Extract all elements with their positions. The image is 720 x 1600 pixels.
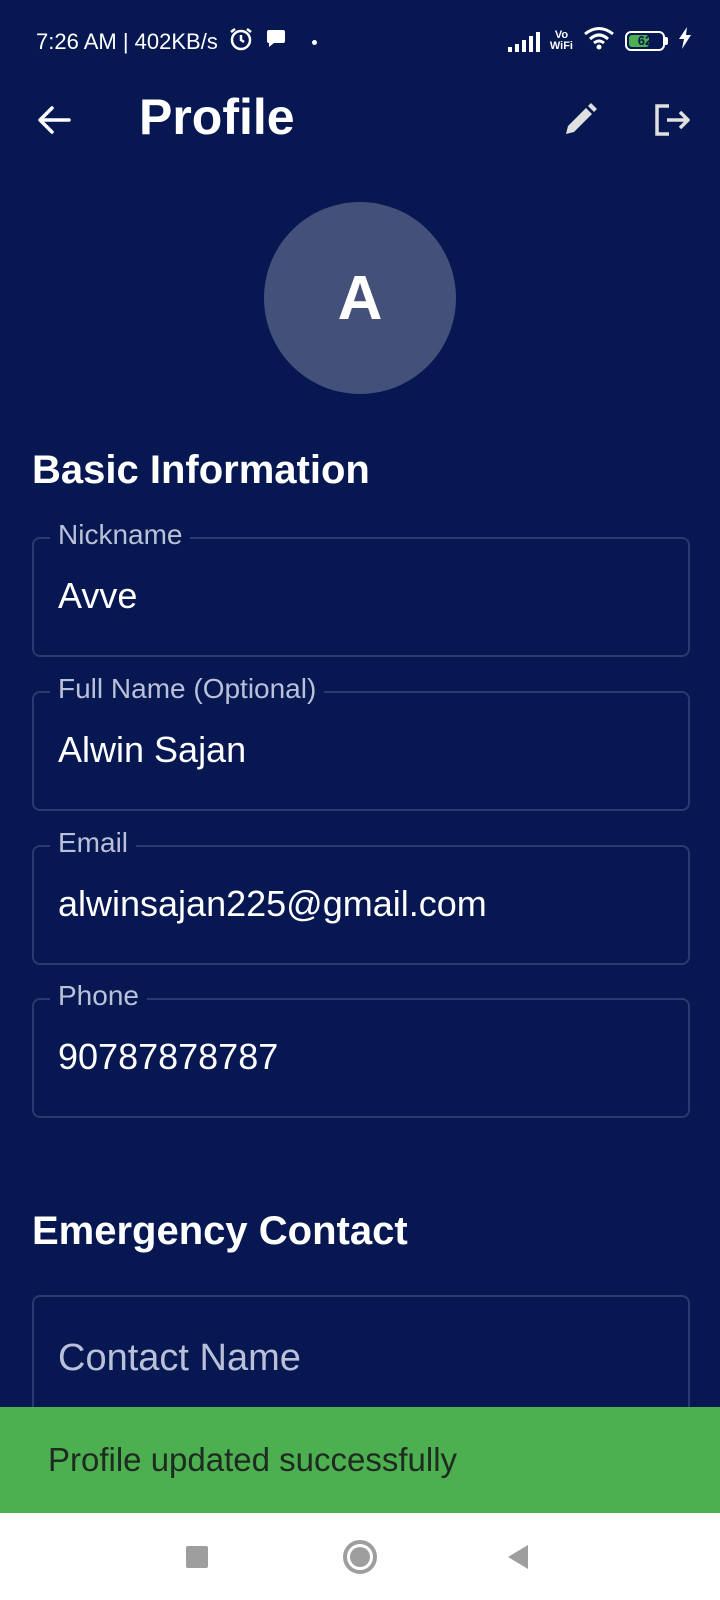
phone-value[interactable]: 90787878787 bbox=[58, 1036, 278, 1078]
system-nav-bar bbox=[0, 1513, 720, 1600]
home-icon-inner bbox=[350, 1547, 370, 1567]
full-name-value[interactable]: Alwin Sajan bbox=[58, 729, 246, 771]
status-time-speed: 7:26 AM | 402KB/s bbox=[36, 29, 218, 54]
emergency-contact-title: Emergency Contact bbox=[32, 1209, 408, 1253]
arrow-left-icon bbox=[38, 106, 71, 134]
battery-icon: 62 bbox=[625, 30, 665, 51]
recents-icon[interactable] bbox=[186, 1546, 208, 1568]
status-left: 7:26 AM | 402KB/s bbox=[36, 26, 317, 58]
back-button[interactable] bbox=[30, 96, 78, 144]
vowifi-top: Vo bbox=[554, 28, 569, 41]
avatar[interactable]: A bbox=[264, 202, 456, 394]
alarm-icon bbox=[228, 26, 254, 58]
pencil-icon bbox=[566, 103, 597, 134]
vowifi-bottom: WiFi bbox=[549, 39, 573, 52]
vowifi-indicator: Vo WiFi bbox=[549, 28, 573, 52]
logout-icon bbox=[655, 104, 690, 136]
email-label: Email bbox=[50, 827, 137, 859]
nickname-field[interactable]: Nickname Avve bbox=[32, 519, 690, 657]
battery-level: 62 bbox=[637, 33, 653, 48]
phone-label: Phone bbox=[50, 980, 147, 1012]
nav-back-icon[interactable] bbox=[508, 1545, 528, 1569]
nickname-value[interactable]: Avve bbox=[58, 575, 137, 617]
full-name-label: Full Name (Optional) bbox=[50, 673, 325, 705]
snackbar-message: Profile updated successfully bbox=[48, 1441, 458, 1478]
app-bar: Profile bbox=[0, 84, 720, 154]
phone-field[interactable]: Phone 90787878787 bbox=[32, 980, 690, 1118]
logout-button[interactable] bbox=[648, 96, 696, 144]
battery-wrap: 62 bbox=[625, 30, 668, 51]
status-right: Vo WiFi 62 bbox=[507, 26, 692, 55]
notification-dot-icon bbox=[311, 39, 317, 45]
snackbar: Profile updated successfully bbox=[0, 1407, 720, 1513]
full-name-field[interactable]: Full Name (Optional) Alwin Sajan bbox=[32, 673, 690, 811]
signal-icon bbox=[507, 30, 540, 52]
avatar-initial: A bbox=[337, 263, 383, 333]
contact-name-placeholder[interactable]: Contact Name bbox=[58, 1337, 301, 1380]
email-value[interactable]: alwinsajan225@gmail.com bbox=[58, 883, 487, 925]
wifi-icon bbox=[583, 26, 615, 55]
chat-icon bbox=[264, 27, 288, 57]
battery-tip bbox=[665, 36, 668, 45]
profile-screen: 7:26 AM | 402KB/s Vo WiFi 62 Profile A B… bbox=[0, 0, 720, 1600]
page-title: Profile bbox=[139, 89, 295, 145]
status-bar: 7:26 AM | 402KB/s Vo WiFi 62 bbox=[0, 0, 720, 84]
home-icon[interactable] bbox=[343, 1540, 377, 1574]
basic-info-title: Basic Information bbox=[32, 448, 370, 492]
charging-icon bbox=[678, 27, 692, 54]
email-field[interactable]: Email alwinsajan225@gmail.com bbox=[32, 827, 690, 965]
edit-button[interactable] bbox=[556, 96, 604, 144]
nickname-label: Nickname bbox=[50, 519, 191, 551]
